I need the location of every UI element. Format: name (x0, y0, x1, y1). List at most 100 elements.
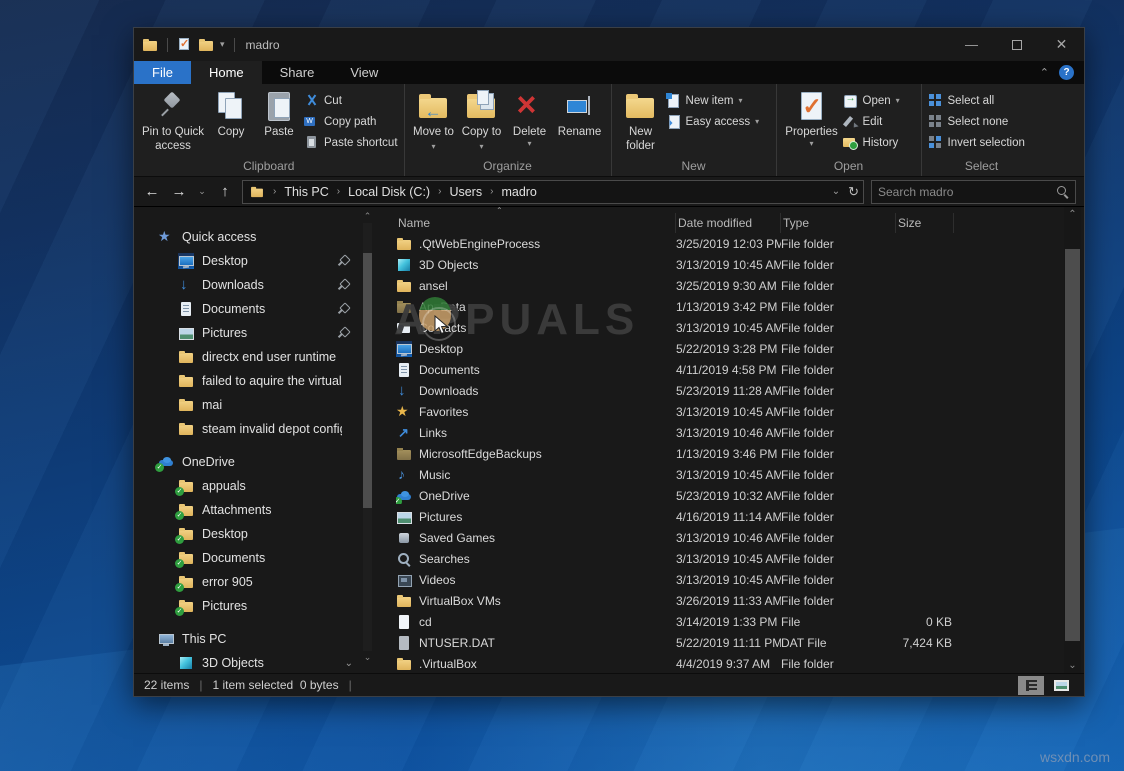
sidebar-item-pictures[interactable]: Pictures (134, 321, 376, 345)
breadcrumb-item[interactable]: madro (501, 185, 536, 199)
table-row[interactable]: Documents4/11/2019 4:58 PMFile folder (376, 359, 1084, 380)
minimize-ribbon-icon[interactable]: ⌃ (1040, 66, 1049, 79)
copy-path-button[interactable]: Copy path (304, 113, 398, 130)
sidebar-item-documents[interactable]: Documents (134, 297, 376, 321)
table-row[interactable]: Music3/13/2019 10:45 AMFile folder (376, 464, 1084, 485)
sidebar-item-onedrive[interactable]: ✓OneDrive (134, 450, 376, 474)
open-button[interactable]: Open ▾ (843, 92, 915, 109)
sidebar-item-attachments[interactable]: ✓Attachments (134, 498, 376, 522)
breadcrumb-item[interactable]: Users (449, 185, 482, 199)
table-row[interactable]: Downloads5/23/2019 11:28 AMFile folder (376, 380, 1084, 401)
table-row[interactable]: 3D Objects3/13/2019 10:45 AMFile folder (376, 254, 1084, 275)
sidebar-item-desktop[interactable]: Desktop (134, 249, 376, 273)
properties-button[interactable]: Properties▾ (783, 88, 841, 158)
maximize-button[interactable] (994, 28, 1039, 61)
column-header-date-modified[interactable]: Date modified (676, 213, 781, 233)
breadcrumb-item[interactable]: Local Disk (C:) (348, 185, 430, 199)
select-none-button[interactable]: Select none (928, 113, 1036, 130)
back-icon[interactable]: ← (142, 183, 162, 200)
breadcrumb-item[interactable]: This PC (284, 185, 328, 199)
recent-locations-chevron-icon[interactable]: ⌄ (196, 186, 208, 197)
table-row[interactable]: cd3/14/2019 1:33 PMFile0 KB (376, 611, 1084, 632)
tab-view[interactable]: View (332, 61, 396, 84)
forward-icon[interactable]: → (169, 183, 189, 200)
sidebar-item-documents[interactable]: ✓Documents (134, 546, 376, 570)
scroll-up-icon[interactable]: ⌃ (1064, 209, 1081, 220)
sidebar-item-steam-invalid-depot-configuratio[interactable]: steam invalid depot configuratio (134, 417, 376, 441)
minimize-button[interactable]: — (949, 28, 994, 61)
help-icon[interactable]: ? (1059, 65, 1074, 80)
column-header-name[interactable]: Name⌃ (396, 213, 676, 233)
tab-share[interactable]: Share (262, 61, 333, 84)
address-dropdown-icon[interactable]: ⌄ (832, 186, 840, 197)
sidebar-item-this-pc[interactable]: This PC (134, 627, 376, 651)
table-row[interactable]: Contacts3/13/2019 10:45 AMFile folder (376, 317, 1084, 338)
table-row[interactable]: ansel3/25/2019 9:30 AMFile folder (376, 275, 1084, 296)
table-row[interactable]: Saved Games3/13/2019 10:46 AMFile folder (376, 527, 1084, 548)
paste-button[interactable]: Paste (256, 88, 302, 158)
sidebar-item-pictures[interactable]: ✓Pictures (134, 594, 376, 618)
table-row[interactable]: ✓OneDrive5/23/2019 10:32 AMFile folder (376, 485, 1084, 506)
file-list-scrollbar[interactable]: ⌃ ⌄ (1064, 207, 1081, 673)
tab-home[interactable]: Home (191, 61, 262, 84)
select-all-button[interactable]: Select all (928, 92, 1036, 109)
new-folder-button[interactable]: Newfolder (618, 88, 664, 158)
sidebar-scroll-down-icon[interactable]: ⌄ (361, 652, 374, 663)
search-icon[interactable] (1056, 185, 1069, 198)
sidebar-scrollbar[interactable]: ⌃ ⌄ (361, 211, 374, 663)
easy-access-button[interactable]: Easy access ▾ (666, 113, 770, 130)
sidebar-item-desktop[interactable]: ✓Desktop (134, 522, 376, 546)
table-row[interactable]: .QtWebEngineProcess3/25/2019 12:03 PMFil… (376, 233, 1084, 254)
column-header-type[interactable]: Type (781, 213, 896, 233)
sidebar-scroll-thumb[interactable] (363, 253, 372, 508)
refresh-icon[interactable]: ↻ (848, 184, 859, 200)
invert-selection-button[interactable]: Invert selection (928, 134, 1036, 151)
thumbnails-view-button[interactable] (1048, 676, 1074, 695)
chevron-down-icon[interactable]: ⌄ (345, 658, 353, 669)
table-row[interactable]: Pictures4/16/2019 11:14 AMFile folder (376, 506, 1084, 527)
search-box[interactable]: Search madro (871, 180, 1076, 204)
close-button[interactable]: ✕ (1039, 28, 1084, 61)
table-row[interactable]: MicrosoftEdgeBackups1/13/2019 3:46 PMFil… (376, 443, 1084, 464)
copy-button[interactable]: Copy (208, 88, 254, 158)
column-header-size[interactable]: Size (896, 213, 954, 233)
pin-to-quick-access-button[interactable]: Pin to Quick access (140, 88, 206, 158)
table-row[interactable]: NTUSER.DAT5/22/2019 11:11 PMDAT File7,42… (376, 632, 1084, 653)
edit-button[interactable]: Edit (843, 113, 915, 130)
address-box[interactable]: ›This PC›Local Disk (C:)›Users›madro ⌄ ↻ (242, 180, 864, 204)
title-bar[interactable]: ✓ ▾ madro — ✕ (134, 28, 1084, 61)
new-item-button[interactable]: New item ▾ (666, 92, 770, 109)
table-row[interactable]: .VirtualBox4/4/2019 9:37 AMFile folder (376, 653, 1084, 674)
table-row[interactable]: Videos3/13/2019 10:45 AMFile folder (376, 569, 1084, 590)
delete-button[interactable]: Delete▾ (507, 88, 553, 158)
sidebar-scroll-up-icon[interactable]: ⌃ (361, 211, 374, 222)
sidebar-item-appuals[interactable]: ✓appuals (134, 474, 376, 498)
history-button[interactable]: History (843, 134, 915, 151)
sidebar-item-3d-objects[interactable]: 3D Objects⌄ (134, 651, 376, 673)
copy-to-button[interactable]: Copy to ▾ (459, 88, 505, 158)
tab-file[interactable]: File (134, 61, 191, 84)
table-row[interactable]: Searches3/13/2019 10:45 AMFile folder (376, 548, 1084, 569)
sidebar-item-quick-access[interactable]: Quick access (134, 225, 376, 249)
sidebar-item-error-905[interactable]: ✓error 905 (134, 570, 376, 594)
scroll-thumb[interactable] (1065, 249, 1080, 641)
qat-properties-icon[interactable]: ✓ (177, 37, 192, 52)
sidebar-item-mai[interactable]: mai (134, 393, 376, 417)
cut-button[interactable]: Cut (304, 92, 398, 109)
sidebar-item-downloads[interactable]: Downloads (134, 273, 376, 297)
rename-button[interactable]: Rename (555, 88, 605, 158)
qat-customize-chevron-icon[interactable]: ▾ (220, 39, 225, 50)
scroll-down-icon[interactable]: ⌄ (1064, 660, 1081, 671)
paste-shortcut-button[interactable]: Paste shortcut (304, 134, 398, 151)
details-view-button[interactable] (1018, 676, 1044, 695)
sidebar-item-directx-end-user-runtime[interactable]: directx end user runtime (134, 345, 376, 369)
table-row[interactable]: Desktop5/22/2019 3:28 PMFile folder (376, 338, 1084, 359)
table-row[interactable]: Links3/13/2019 10:46 AMFile folder (376, 422, 1084, 443)
table-row[interactable]: AppData1/13/2019 3:42 PMFile folder (376, 296, 1084, 317)
move-to-button[interactable]: ←Move to ▾ (411, 88, 457, 158)
table-row[interactable]: Favorites3/13/2019 10:45 AMFile folder (376, 401, 1084, 422)
qat-new-folder-icon[interactable] (198, 37, 214, 53)
up-icon[interactable]: ↑ (215, 183, 235, 200)
table-row[interactable]: VirtualBox VMs3/26/2019 11:33 AMFile fol… (376, 590, 1084, 611)
sidebar-item-failed-to-aquire-the-virtualbox-co[interactable]: failed to aquire the virtualbox co (134, 369, 376, 393)
